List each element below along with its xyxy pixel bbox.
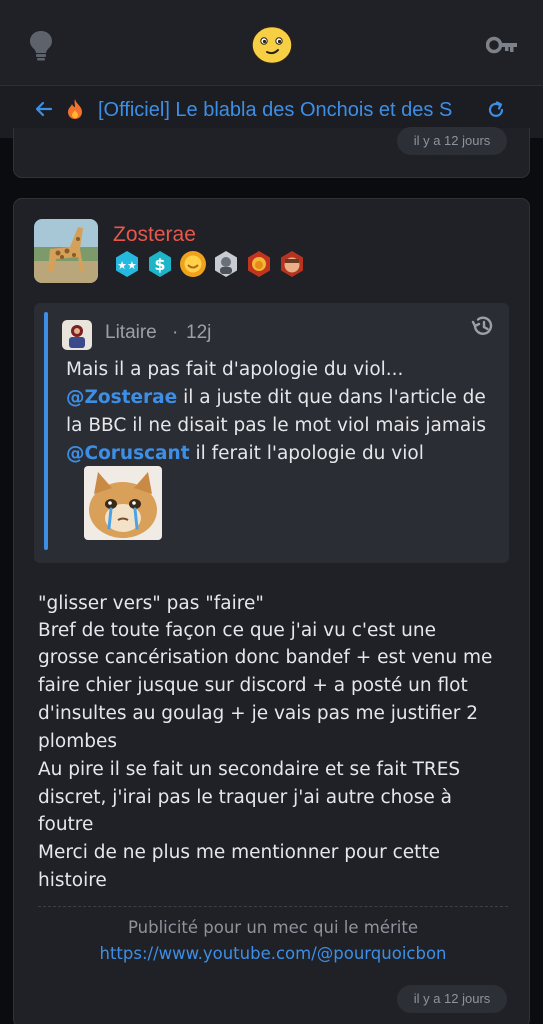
- quote-line-text: il a juste dit que dans l'article de: [177, 387, 486, 408]
- quote-accent-bar: [44, 312, 48, 550]
- post-body-line: grosse cancérisation donc bandef + est v…: [38, 647, 493, 668]
- face-badge-icon[interactable]: [278, 250, 306, 278]
- svg-text:★★: ★★: [117, 259, 137, 272]
- post-body-line: "glisser vers" pas "faire": [38, 593, 264, 614]
- quote-line: Mais il a pas fait d'apologie du viol...: [66, 359, 404, 380]
- post-author[interactable]: Zosterae: [113, 223, 196, 247]
- quote-author-avatar[interactable]: [62, 320, 92, 350]
- post-body-line: faire chier jusque sur discord + a posté…: [38, 675, 468, 696]
- mention-link[interactable]: @Coruscant: [66, 443, 190, 464]
- signature-divider: [38, 906, 508, 907]
- lion-badge-icon[interactable]: [245, 250, 273, 278]
- quote-separator: ·: [172, 322, 179, 343]
- post-body-line: discret, j'irai pas le traquer j'ai autr…: [38, 787, 452, 808]
- previous-post-timestamp[interactable]: il y a 12 jours: [397, 127, 507, 155]
- flame-icon: [68, 99, 82, 119]
- post-timestamp[interactable]: il y a 12 jours: [397, 985, 507, 1013]
- quote-author[interactable]: Litaire: [105, 322, 157, 344]
- portrait-badge-icon[interactable]: [212, 250, 240, 278]
- quote-line: la BBC il ne disait pas le mot viol mais…: [66, 415, 487, 436]
- quote-line: @Zosterae il a juste dit que dans l'arti…: [66, 384, 486, 412]
- smile-badge-icon[interactable]: [179, 250, 207, 278]
- topic-title[interactable]: [Officiel] Le blabla des Onchois et des …: [98, 96, 478, 124]
- signature-link[interactable]: https://www.youtube.com/@pourquoicbon: [38, 944, 508, 963]
- key-icon[interactable]: [486, 34, 518, 56]
- post-body-line: histoire: [38, 870, 107, 891]
- post-body-line: d'insultes au goulag + je vais pas me ju…: [38, 703, 478, 724]
- mention-link[interactable]: @Zosterae: [66, 387, 177, 408]
- stars-badge-icon[interactable]: ★★: [113, 250, 141, 278]
- post-body-line: Au pire il se fait un secondaire et se f…: [38, 759, 461, 780]
- quote-line: @Coruscant il ferait l'apologie du viol: [66, 440, 424, 468]
- quote-line-text: il ferait l'apologie du viol: [189, 443, 424, 464]
- post-body-line: foutre: [38, 814, 94, 835]
- author-avatar[interactable]: [34, 219, 98, 283]
- smiley-logo-icon[interactable]: [250, 25, 294, 65]
- signature-text: Publicité pour un mec qui le mérite: [128, 918, 418, 937]
- crying-cat-sticker[interactable]: [84, 466, 162, 540]
- post-body-line: plombes: [38, 731, 117, 752]
- back-arrow-icon[interactable]: [34, 99, 54, 119]
- dollar-badge-icon[interactable]: $: [146, 250, 174, 278]
- refresh-icon[interactable]: [486, 100, 506, 120]
- post-body-line: Merci de ne plus me mentionner pour cett…: [38, 842, 441, 863]
- lightbulb-icon[interactable]: [26, 29, 56, 61]
- svg-text:$: $: [154, 255, 165, 274]
- post-body-line: Bref de toute façon ce que j'ai vu c'est…: [38, 620, 436, 641]
- quote-time: 12j: [186, 322, 212, 343]
- history-icon[interactable]: [470, 313, 496, 339]
